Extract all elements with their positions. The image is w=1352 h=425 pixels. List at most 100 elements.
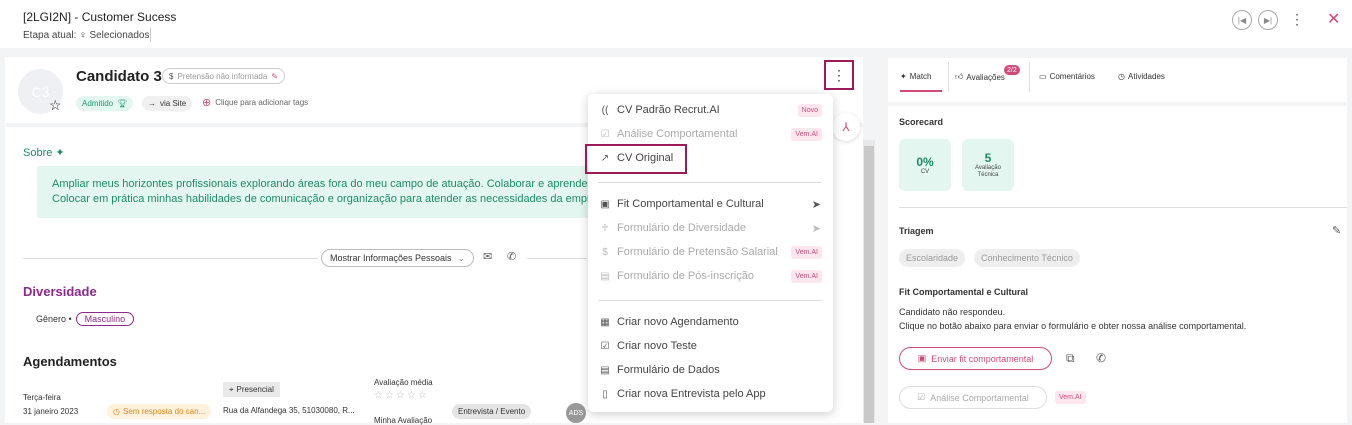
menu-item-label: Formulário de Pretensão Salarial [617, 246, 778, 258]
average-rating-label: Avaliação média [374, 378, 433, 387]
tab-comentarios[interactable]: ▭ Comentários [1039, 72, 1095, 81]
menu-item-criar-teste[interactable]: ☑ Criar novo Teste [588, 335, 833, 357]
avatar: ADS [566, 403, 586, 423]
triagem-title: Triagem [899, 226, 934, 236]
clipboard-icon: ▣ [917, 353, 927, 363]
new-badge: Novo [797, 103, 822, 117]
form-icon: ▤ [600, 270, 610, 282]
menu-item-label: Formulário de Pós-inscrição [617, 270, 754, 282]
scrollbar-thumb[interactable] [864, 146, 874, 423]
triagem-chip: Conhecimento Técnico [974, 249, 1080, 267]
schedules-title: Agendamentos [23, 354, 117, 369]
coming-soon-badge: Vem.AI [791, 245, 822, 259]
divider [150, 28, 151, 42]
phone-icon[interactable]: ✆ [507, 250, 516, 263]
divider [899, 207, 1347, 208]
score-tech-card: 5 Avaliação Técnica [962, 139, 1014, 191]
menu-item-formulario-pretensao[interactable]: $ Formulário de Pretensão Salarial Vem.A… [588, 241, 833, 263]
score-tech-label: Avaliação Técnica [975, 165, 1001, 178]
gender-value: Masculino [75, 312, 135, 326]
menu-item-formulario-diversidade[interactable]: ♱ Formulário de Diversidade ➤ [588, 217, 833, 239]
send-icon[interactable]: ➤ [812, 198, 821, 211]
schedule-status-badge: ◷ Sem resposta do can... [107, 404, 212, 419]
chevron-down-icon: ⌄ [457, 252, 466, 263]
id-card-icon: ▣ [600, 198, 610, 210]
send-fit-button[interactable]: ▣ Enviar fit comportamental [899, 347, 1052, 370]
behavioral-analysis-button[interactable]: ☑ Análise Comportamental [899, 386, 1047, 409]
whatsapp-icon[interactable]: ✆ [1096, 351, 1106, 365]
first-candidate-button[interactable]: |◀ [1232, 10, 1252, 30]
edit-icon[interactable]: ✎ [1332, 224, 1341, 237]
calendar-icon: ▦ [600, 316, 610, 328]
email-icon[interactable]: ✉ [483, 250, 492, 263]
header-more-icon[interactable]: ⋮ [1290, 12, 1304, 26]
menu-item-fit-comportamental[interactable]: ▣ Fit Comportamental e Cultural ➤ [588, 193, 833, 215]
coming-soon-badge: Vem.AI [791, 127, 822, 141]
copy-icon[interactable]: ⧉ [1066, 351, 1075, 366]
gender-label: Gênero • [36, 314, 72, 324]
status-text: Admitido [82, 99, 114, 108]
options-menu: (( CV Padrão Recrut.AI Novo ☑ Análise Co… [588, 94, 833, 412]
trophy-icon: 🏆︎ [117, 99, 128, 108]
menu-divider [598, 300, 822, 301]
send-icon[interactable]: ➤ [812, 222, 821, 235]
score-cv-label: CV [920, 168, 930, 175]
tab-match[interactable]: ✦ Match [900, 72, 932, 81]
close-icon[interactable]: ✕ [1327, 9, 1340, 29]
menu-item-label: CV Padrão Recrut.AI [617, 104, 720, 116]
candidate-name: Candidato 3 [76, 68, 162, 85]
divider [948, 62, 949, 92]
menu-item-formulario-dados[interactable]: ▤ Formulário de Dados [588, 359, 833, 381]
more-vertical-icon: ⋮ [832, 66, 846, 83]
dollar-icon: $ [169, 71, 174, 81]
menu-item-criar-agendamento[interactable]: ▦ Criar novo Agendamento [588, 311, 833, 333]
gender-row: Gênero • Masculino [36, 312, 135, 326]
sparkle-icon: ✦ [900, 72, 907, 81]
tab-avaliacoes[interactable]: 👍︎ Avaliações [955, 72, 1005, 82]
menu-item-formulario-pos-inscricao[interactable]: ▤ Formulário de Pós-inscrição Vem.AI [588, 265, 833, 287]
tab-label: Comentários [1049, 72, 1095, 81]
network-icon[interactable]: ⅄ [832, 113, 860, 141]
arrow-right-icon: → [148, 99, 156, 108]
about-label-text: Sobre [23, 147, 53, 159]
next-candidate-button[interactable]: ▶| [1258, 10, 1278, 30]
menu-item-label: Fit Comportamental e Cultural [617, 198, 764, 210]
comment-icon: ▭ [1039, 72, 1047, 81]
tab-label: Atividades [1127, 72, 1165, 81]
add-tag-text: Clique para adicionar tags [215, 98, 309, 107]
about-line-1: Ampliar meus horizontes profissionais ex… [52, 178, 592, 190]
score-cv-value: 0% [916, 154, 934, 169]
schedule-status-text: Sem resposta do can... [122, 407, 206, 416]
favorite-star-icon[interactable]: ☆ [49, 97, 62, 114]
menu-item-analise-comportamental[interactable]: ☑ Análise Comportamental Vem.AI [588, 123, 833, 145]
sparkle-icon: ✦ [55, 147, 65, 159]
menu-item-criar-entrevista-app[interactable]: ▯ Criar nova Entrevista pelo App [588, 383, 833, 405]
diversity-title: Diversidade [23, 284, 97, 299]
scorecard-title: Scorecard [899, 117, 944, 127]
menu-item-cv-padrao[interactable]: (( CV Padrão Recrut.AI Novo [588, 99, 833, 121]
checkbox-icon: ☑ [917, 392, 926, 402]
stage-label: Etapa atual: [23, 30, 77, 41]
schedule-mode-text: Presencial [236, 385, 274, 394]
thumbs-up-icon: 👍︎ [955, 72, 964, 81]
location-pin-icon: ⌖ [229, 384, 234, 394]
send-fit-label: Enviar fit comportamental [931, 353, 1034, 364]
add-tag-button[interactable]: ⊕ Clique para adicionar tags [202, 96, 308, 109]
menu-item-label: Criar novo Teste [617, 340, 697, 352]
show-personal-info-button[interactable]: Mostrar Informações Pessoais ⌄ [321, 249, 475, 267]
more-options-button[interactable]: ⋮ [824, 60, 854, 90]
document-icon: ▤ [600, 364, 610, 376]
tab-atividades[interactable]: ◷ Atividades [1118, 72, 1165, 81]
top-bar [0, 0, 1352, 48]
fit-instructions-text: Clique no botão abaixo para enviar o for… [899, 321, 1247, 331]
triagem-chip: Escolaridade [899, 249, 966, 267]
schedule-type-badge: Entrevista / Evento [452, 404, 532, 419]
divider [1029, 62, 1030, 92]
schedule-date: 31 janeiro 2023 [23, 407, 79, 416]
salary-expectation[interactable]: $ Pretensão não informada ✎ [162, 68, 285, 84]
coming-soon-badge: Vem.AI [791, 269, 822, 283]
source-text: via Site [160, 99, 187, 108]
menu-item-label: Criar novo Agendamento [617, 316, 739, 328]
tab-label: Avaliações [966, 72, 1005, 82]
menu-divider [598, 182, 822, 183]
